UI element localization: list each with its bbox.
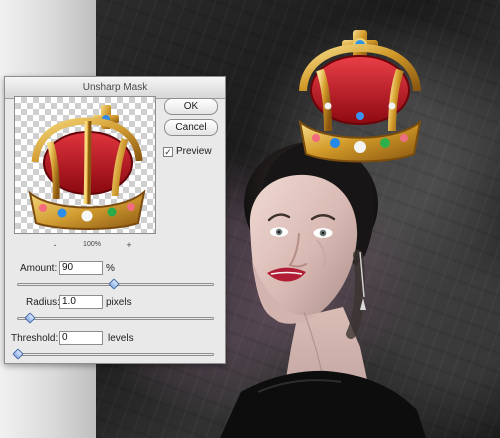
zoom-in-button[interactable]: + — [124, 240, 134, 250]
zoom-level: 100% — [83, 241, 101, 248]
cancel-button[interactable]: Cancel — [164, 119, 218, 136]
dialog-title: Unsharp Mask — [82, 82, 148, 93]
amount-unit: % — [106, 263, 115, 274]
preview-checkbox[interactable]: ✓ — [163, 147, 173, 157]
amount-slider[interactable] — [17, 278, 214, 290]
amount-slider-thumb[interactable] — [107, 278, 120, 290]
threshold-unit: levels — [108, 333, 134, 344]
crown-photo-icon — [298, 30, 422, 163]
threshold-slider[interactable] — [12, 348, 214, 360]
preview-panel — [14, 96, 156, 234]
amount-field[interactable]: 90 — [59, 261, 103, 275]
portrait-photo — [220, 142, 426, 438]
zoom-out-button[interactable]: - — [50, 240, 60, 250]
radius-label: Radius: — [26, 297, 60, 308]
preview-zoom-controls: - 100% + — [50, 240, 134, 252]
threshold-slider-thumb[interactable] — [12, 348, 24, 360]
radius-unit: pixels — [106, 297, 132, 308]
radius-slider-thumb[interactable] — [24, 312, 36, 324]
radius-slider[interactable] — [17, 312, 214, 324]
radius-field[interactable]: 1.0 — [59, 295, 103, 309]
unsharp-mask-dialog: Unsharp Mask - 100% + OK Cancel ✓ Previe… — [4, 76, 226, 364]
ok-button[interactable]: OK — [164, 98, 218, 115]
threshold-field[interactable]: 0 — [59, 331, 103, 345]
crown-preview-icon — [28, 105, 146, 230]
photoshop-workspace: Unsharp Mask - 100% + OK Cancel ✓ Previe… — [0, 0, 500, 438]
preview-label: Preview — [176, 146, 212, 157]
preview-checkbox-row[interactable]: ✓ Preview — [163, 146, 223, 160]
amount-label: Amount: — [20, 263, 58, 274]
threshold-label: Threshold: — [11, 333, 59, 344]
